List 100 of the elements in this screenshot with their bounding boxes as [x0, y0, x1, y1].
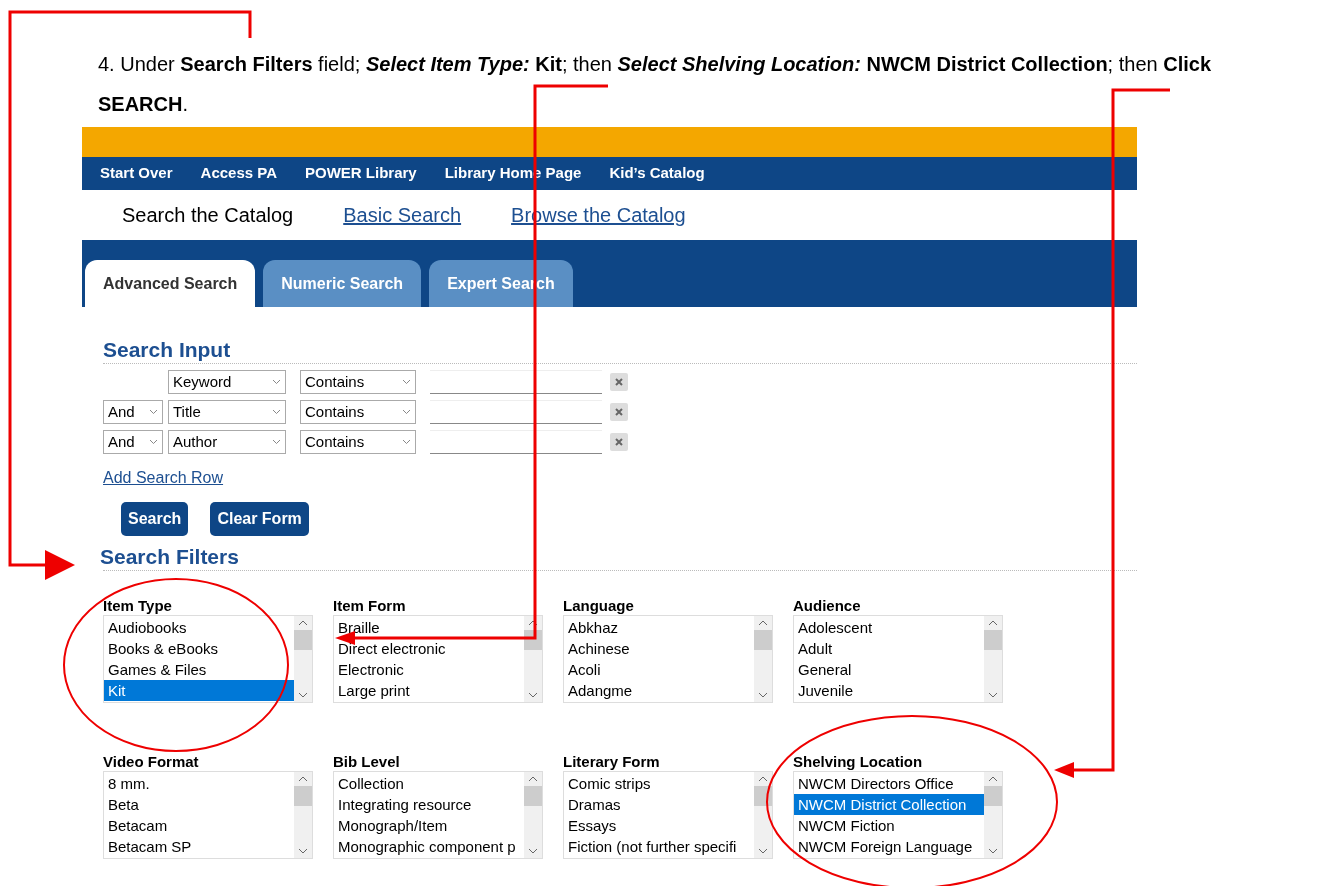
filter-label: Shelving Location	[793, 753, 924, 771]
filter-listbox[interactable]: NWCM Directors Office NWCM District Collection NWCM Fiction NWCM Foreign Language	[793, 771, 1003, 859]
scrollbar[interactable]	[984, 616, 1002, 702]
list-option[interactable]: 8 mm.	[104, 773, 294, 794]
list-option[interactable]: NWCM Fiction	[794, 815, 984, 836]
list-option[interactable]: Juvenile	[794, 680, 984, 701]
list-option[interactable]: Essays	[564, 815, 754, 836]
list-option[interactable]: NWCM Foreign Language	[794, 836, 984, 857]
list-option[interactable]: Books & eBooks	[104, 638, 294, 659]
operator-select[interactable]: Contains	[300, 400, 416, 424]
nav-link[interactable]: Access PA	[200, 162, 277, 185]
search-field[interactable]	[430, 400, 602, 424]
caret-icon	[402, 439, 411, 445]
filter-label: Video Format	[103, 753, 200, 771]
filter-listbox[interactable]: Collection Integrating resource Monograph/Item Monographic component p	[333, 771, 543, 859]
boolean-select[interactable]: And	[103, 400, 163, 424]
caret-icon	[402, 379, 411, 385]
filter-listbox[interactable]: Braille Direct electronic Electronic Large print	[333, 615, 543, 703]
search-field[interactable]	[430, 370, 602, 394]
scrollbar[interactable]	[984, 772, 1002, 858]
list-option[interactable]: Acoli	[564, 659, 754, 680]
filter-label: Language	[563, 597, 635, 615]
section-heading: Search Input	[103, 337, 232, 363]
filter-listbox[interactable]: Abkhaz Achinese Acoli Adangme	[563, 615, 773, 703]
scrollbar[interactable]	[524, 616, 542, 702]
caret-icon	[272, 409, 281, 415]
filter-label: Literary Form	[563, 753, 661, 771]
filter-listbox[interactable]: 8 mm. Beta Betacam Betacam SP	[103, 771, 313, 859]
list-option[interactable]: Beta	[104, 794, 294, 815]
field-select[interactable]: Keyword	[168, 370, 286, 394]
list-option[interactable]: Direct electronic	[334, 638, 524, 659]
list-option[interactable]: Braille	[334, 617, 524, 638]
caret-icon	[272, 379, 281, 385]
close-icon	[615, 408, 623, 416]
list-option[interactable]: Large print	[334, 680, 524, 701]
list-option[interactable]: Abkhaz	[564, 617, 754, 638]
page-title: Search the Catalog	[122, 203, 294, 228]
nav-link[interactable]: Start Over	[100, 162, 173, 185]
scroll-thumb[interactable]	[294, 630, 312, 650]
scroll-thumb[interactable]	[984, 630, 1002, 650]
list-option[interactable]: Comic strips	[564, 773, 754, 794]
operator-select[interactable]: Contains	[300, 430, 416, 454]
list-option[interactable]: Betacam	[104, 815, 294, 836]
add-search-row-link[interactable]: Add Search Row	[103, 466, 224, 490]
caret-icon	[272, 439, 281, 445]
list-option[interactable]: Fiction (not further specifi	[564, 836, 754, 857]
list-option[interactable]: Monographic component p	[334, 836, 524, 857]
scroll-thumb[interactable]	[294, 786, 312, 806]
clear-row-button[interactable]	[610, 433, 628, 451]
scrollbar[interactable]	[294, 772, 312, 858]
nav-link[interactable]: POWER Library	[305, 162, 417, 185]
filter-label: Audience	[793, 597, 862, 615]
scrollbar[interactable]	[754, 616, 772, 702]
tab[interactable]: Advanced Search	[85, 260, 256, 307]
section-heading: Search Filters	[100, 544, 240, 570]
filter-label: Bib Level	[333, 753, 401, 771]
list-option[interactable]: Games & Files	[104, 659, 294, 680]
close-icon	[615, 378, 623, 386]
list-option[interactable]: NWCM Directors Office	[794, 773, 984, 794]
caret-icon	[149, 409, 158, 415]
list-option[interactable]: Kit	[104, 680, 294, 701]
scroll-thumb[interactable]	[524, 786, 542, 806]
filter-label: Item Form	[333, 597, 407, 615]
scroll-thumb[interactable]	[754, 630, 772, 650]
filter-listbox[interactable]: Comic strips Dramas Essays Fiction (not further specifi	[563, 771, 773, 859]
form-button[interactable]: Clear Form	[210, 502, 309, 536]
close-icon	[615, 438, 623, 446]
list-option[interactable]: Electronic	[334, 659, 524, 680]
scrollbar[interactable]	[524, 772, 542, 858]
boolean-select[interactable]: And	[103, 430, 163, 454]
filter-listbox[interactable]: Adolescent Adult General Juvenile	[793, 615, 1003, 703]
clear-row-button[interactable]	[610, 373, 628, 391]
list-option[interactable]: Achinese	[564, 638, 754, 659]
scroll-thumb[interactable]	[984, 786, 1002, 806]
instruction-text: 4. Under Search Filters field; Select Item Type: Kit; then Select Shelving Location: NWCM District Collection; then Click SEARCH.	[98, 52, 1213, 117]
list-option[interactable]: Dramas	[564, 794, 754, 815]
scrollbar[interactable]	[754, 772, 772, 858]
list-option[interactable]: NWCM District Collection	[794, 794, 984, 815]
list-option[interactable]: Integrating resource	[334, 794, 524, 815]
list-option[interactable]: Adolescent	[794, 617, 984, 638]
field-select[interactable]: Title	[168, 400, 286, 424]
list-option[interactable]: Adult	[794, 638, 984, 659]
list-option[interactable]: Collection	[334, 773, 524, 794]
form-button[interactable]: Search	[121, 502, 189, 536]
nav-link[interactable]: Kid’s Catalog	[609, 162, 705, 185]
list-option[interactable]: Adangme	[564, 680, 754, 701]
nav-link[interactable]: Basic Search	[343, 200, 462, 230]
field-select[interactable]: Author	[168, 430, 286, 454]
clear-row-button[interactable]	[610, 403, 628, 421]
operator-select[interactable]: Contains	[300, 370, 416, 394]
caret-icon	[402, 409, 411, 415]
list-option[interactable]: Audiobooks	[104, 617, 294, 638]
filter-label: Item Type	[103, 597, 173, 615]
search-field[interactable]	[430, 430, 602, 454]
list-option[interactable]: General	[794, 659, 984, 680]
list-option[interactable]: Monograph/Item	[334, 815, 524, 836]
filter-listbox[interactable]: Audiobooks Books & eBooks Games & Files Kit	[103, 615, 313, 703]
scrollbar[interactable]	[294, 616, 312, 702]
caret-icon	[149, 439, 158, 445]
list-option[interactable]: Betacam SP	[104, 836, 294, 857]
